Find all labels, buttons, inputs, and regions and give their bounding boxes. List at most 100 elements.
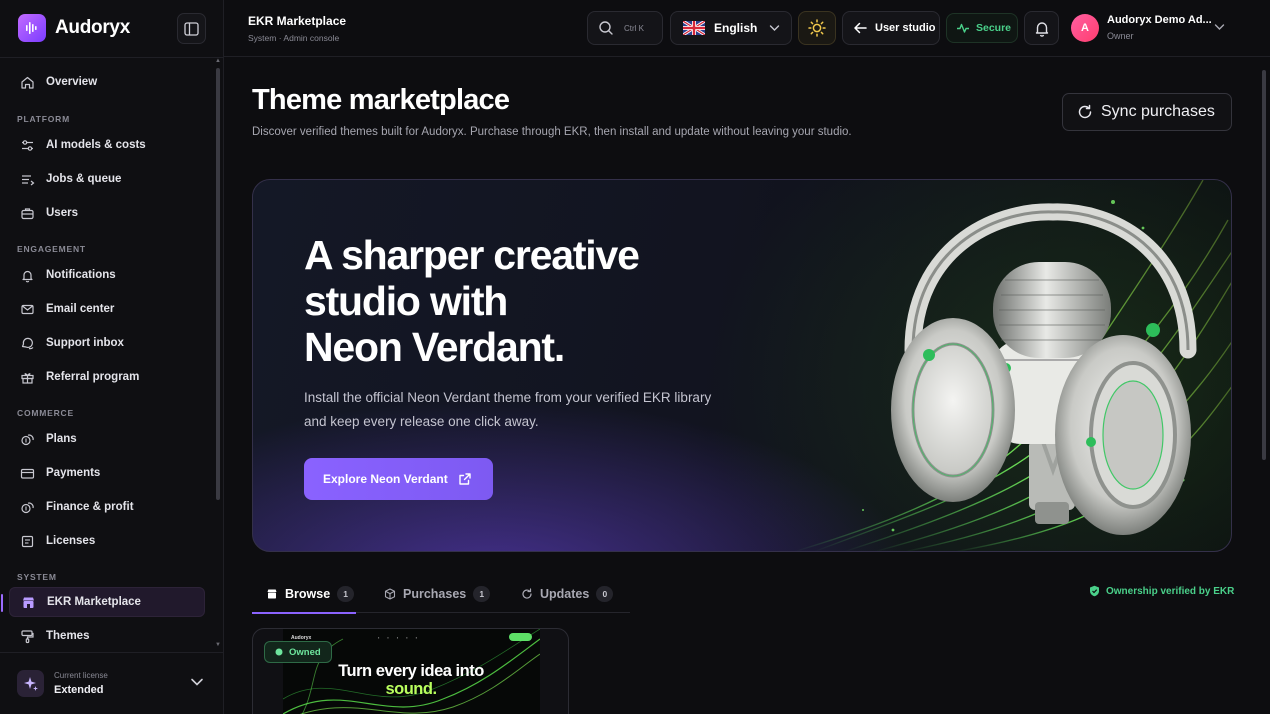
- active-indicator: [1, 594, 3, 612]
- sidebar-item-email-center[interactable]: Email center: [9, 294, 205, 324]
- notifications-button[interactable]: [1024, 11, 1059, 45]
- tab-label: Purchases: [403, 586, 467, 601]
- active-tab-indicator: [252, 612, 356, 614]
- sidebar-item-users[interactable]: Users: [9, 198, 205, 228]
- chevron-down-icon[interactable]: [1214, 23, 1225, 31]
- sidebar-scrollbar-thumb[interactable]: [216, 68, 220, 500]
- license-value: Extended: [54, 684, 104, 696]
- search-icon: [599, 21, 613, 35]
- hero-title-line: studio with: [304, 278, 508, 324]
- sidebar-toggle-button[interactable]: [177, 13, 206, 44]
- check-circle-icon: [275, 648, 283, 656]
- scroll-up-arrow-icon[interactable]: ▲: [215, 58, 221, 64]
- sidebar-item-payments[interactable]: Payments: [9, 458, 205, 488]
- hero-title-line: A sharper creative: [304, 232, 640, 278]
- sidebar-item-overview[interactable]: Overview: [9, 67, 205, 97]
- sidebar-item-jobs[interactable]: Jobs & queue: [9, 164, 205, 194]
- sliders-icon: [22, 139, 33, 151]
- license-switcher[interactable]: Current license Extended: [0, 652, 224, 714]
- owned-badge: Owned: [264, 641, 332, 663]
- sidebar-item-notifications[interactable]: Notifications: [9, 260, 205, 290]
- sidebar-item-label: Payments: [46, 467, 101, 479]
- topbar: EKR Marketplace System · Admin console C…: [224, 0, 1270, 57]
- theme-toggle-button[interactable]: [798, 11, 836, 45]
- language-select[interactable]: English: [670, 11, 792, 45]
- sidebar-section-engagement: ENGAGEMENT: [17, 244, 86, 254]
- coins-icon: [21, 433, 34, 445]
- sidebar-item-ekr-marketplace[interactable]: EKR Marketplace: [1, 587, 205, 617]
- main-scrollbar[interactable]: [1259, 58, 1269, 714]
- owned-label: Owned: [289, 646, 321, 658]
- secure-status-badge: Secure: [946, 13, 1018, 43]
- sidebar-item-label: Finance & profit: [46, 501, 134, 513]
- sync-purchases-button[interactable]: Sync purchases: [1062, 93, 1232, 131]
- tab-label: Updates: [540, 586, 590, 601]
- sidebar-item-label: Themes: [46, 630, 90, 642]
- sidebar-item-label: Support inbox: [46, 337, 124, 349]
- brand[interactable]: Audoryx: [18, 14, 130, 42]
- sidebar-item-themes[interactable]: Themes: [9, 621, 205, 651]
- search-button[interactable]: Ctrl K: [587, 11, 663, 45]
- hero-description: Install the official Neon Verdant theme …: [304, 390, 712, 429]
- preview-headline-line: Turn every idea into: [338, 662, 484, 680]
- tab-browse[interactable]: Browse 1: [252, 574, 356, 614]
- language-label: English: [714, 21, 758, 35]
- sidebar-item-label: Licenses: [46, 535, 96, 547]
- page-description: Discover verified themes built for Audor…: [252, 126, 852, 138]
- page-title: Theme marketplace: [252, 84, 510, 116]
- explore-theme-label: Explore Neon Verdant: [323, 472, 448, 486]
- package-icon: [384, 587, 396, 600]
- user-name[interactable]: Audoryx Demo Ad...: [1107, 14, 1219, 26]
- user-studio-button[interactable]: User studio: [842, 11, 940, 45]
- ownership-verified-note: Ownership verified by EKR: [1089, 585, 1234, 597]
- sync-purchases-label: Sync purchases: [1101, 103, 1215, 120]
- sidebar-item-label: Email center: [46, 303, 115, 315]
- tab-purchases[interactable]: Purchases 1: [384, 574, 491, 613]
- license-caption: Current license: [54, 671, 108, 680]
- sidebar-item-ai-models[interactable]: AI models & costs: [9, 130, 205, 160]
- sidebar-item-referral-program[interactable]: Referral program: [9, 362, 205, 392]
- sidebar-item-label: EKR Marketplace: [47, 596, 141, 608]
- chevron-down-icon: [769, 25, 780, 31]
- page-context-subtitle: System · Admin console: [248, 33, 340, 43]
- theme-card-neon-verdant[interactable]: Audoryx ▪ ▪ ▪ ▪ ▪ Turn every idea into sound…: [252, 628, 569, 714]
- tab-count: 0: [596, 585, 614, 602]
- preview-headline: Turn every idea into sound.: [311, 662, 511, 698]
- sidebar-section-platform: PLATFORM: [17, 114, 70, 124]
- mail-icon: [21, 304, 34, 314]
- bell-icon: [22, 270, 33, 282]
- avatar[interactable]: A: [1071, 14, 1099, 42]
- user-studio-label: User studio: [875, 22, 936, 34]
- page-context-title: EKR Marketplace: [248, 14, 347, 28]
- sidebar-section-commerce: COMMERCE: [17, 408, 74, 418]
- explore-theme-button[interactable]: Explore Neon Verdant: [304, 458, 493, 500]
- sidebar-item-plans[interactable]: Plans: [9, 424, 205, 454]
- search-shortcut: Ctrl K: [624, 23, 644, 33]
- sidebar-panel-icon: [184, 21, 199, 36]
- sidebar-item-support-inbox[interactable]: Support inbox: [9, 328, 205, 358]
- tab-updates[interactable]: Updates 0: [521, 574, 614, 613]
- paint-roller-icon: [21, 629, 34, 643]
- store-icon: [267, 589, 277, 598]
- store-icon: [23, 597, 34, 608]
- list-icon: [22, 174, 35, 185]
- pulse-icon: [957, 23, 969, 33]
- hero-banner: A sharper creative studio with Neon Verd…: [252, 179, 1232, 552]
- sidebar-item-finance-profit[interactable]: Finance & profit: [9, 492, 205, 522]
- sidebar-item-label: Overview: [46, 76, 98, 88]
- tab-label: Browse: [285, 586, 331, 601]
- preview-headline-accent: sound.: [385, 680, 437, 698]
- shield-check-icon: [1090, 585, 1099, 597]
- arrow-left-icon: [854, 22, 867, 34]
- briefcase-icon: [21, 207, 34, 219]
- secure-label: Secure: [976, 22, 1012, 34]
- sidebar-item-licenses[interactable]: Licenses: [9, 526, 205, 556]
- hero-title: A sharper creative studio with Neon Verd…: [304, 232, 724, 370]
- main-scrollbar-thumb[interactable]: [1262, 70, 1266, 460]
- sun-icon: [808, 19, 826, 37]
- external-link-icon: [459, 473, 471, 485]
- sidebar-scrollbar[interactable]: ▲ ▼: [214, 58, 222, 652]
- sidebar-item-label: AI models & costs: [46, 139, 146, 151]
- scroll-down-arrow-icon[interactable]: ▼: [215, 642, 221, 648]
- sidebar-item-label: Plans: [46, 433, 77, 445]
